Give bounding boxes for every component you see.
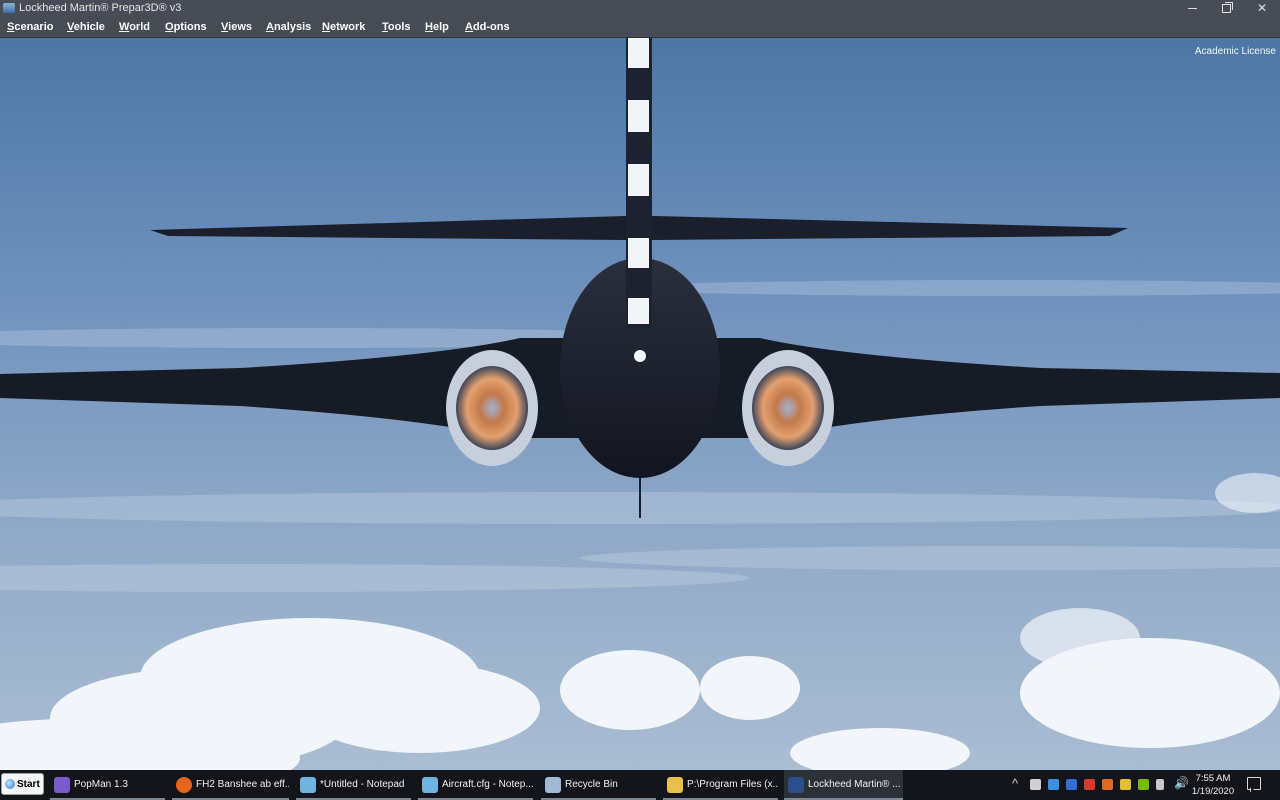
folder-icon xyxy=(667,777,683,793)
nvidia-icon[interactable] xyxy=(1138,779,1149,790)
menu-analysis[interactable]: Analysis xyxy=(266,17,311,37)
menu-bar: Scenario Vehicle World Options Views Ana… xyxy=(0,17,1280,38)
close-icon: ✕ xyxy=(1256,1,1268,15)
mail-icon xyxy=(54,777,70,793)
task-firefox[interactable]: FH2 Banshee ab eff... xyxy=(172,770,289,800)
restore-button[interactable] xyxy=(1209,0,1243,17)
task-recycle-bin[interactable]: Recycle Bin xyxy=(541,770,656,800)
notepad-icon xyxy=(422,777,438,793)
start-button[interactable]: Start xyxy=(1,773,44,795)
menu-scenario[interactable]: Scenario xyxy=(7,17,53,37)
clock-time: 7:55 AM xyxy=(1195,773,1231,784)
simulator-view[interactable]: Academic License xyxy=(0,38,1280,770)
task-notepad-untitled[interactable]: *Untitled - Notepad xyxy=(296,770,411,800)
clock-date: 1/19/2020 xyxy=(1191,786,1235,797)
menu-help[interactable]: Help xyxy=(425,17,449,37)
task-popman[interactable]: PopMan 1.3 xyxy=(50,770,165,800)
menu-world[interactable]: World xyxy=(119,17,150,37)
scene xyxy=(0,38,1280,770)
speaker-icon[interactable]: 🔊 xyxy=(1174,776,1189,790)
menu-add-ons[interactable]: Add-ons xyxy=(465,17,510,37)
recycle-bin-icon xyxy=(545,777,561,793)
license-label: Academic License xyxy=(1194,46,1276,57)
shield-icon[interactable] xyxy=(1120,779,1131,790)
notification-icon[interactable] xyxy=(1247,777,1261,790)
task-prepar3d[interactable]: Lockheed Martin® ... xyxy=(784,770,903,800)
app-orange-icon[interactable] xyxy=(1102,779,1113,790)
menu-options[interactable]: Options xyxy=(165,17,207,37)
restore-icon xyxy=(1221,2,1233,14)
task-explorer[interactable]: P:\Program Files (x... xyxy=(663,770,778,800)
minimize-button[interactable] xyxy=(1175,0,1209,17)
app-red-icon[interactable] xyxy=(1084,779,1095,790)
malwarebytes-icon[interactable] xyxy=(1066,779,1077,790)
windows-logo-icon xyxy=(5,779,15,789)
battery-icon[interactable] xyxy=(1030,779,1041,790)
task-notepad-aircraft[interactable]: Aircraft.cfg - Notep... xyxy=(418,770,533,800)
window-title: Lockheed Martin® Prepar3D® v3 xyxy=(19,2,182,14)
menu-tools[interactable]: Tools xyxy=(382,17,411,37)
taskbar-clock[interactable]: 7:55 AM 1/19/2020 xyxy=(1188,772,1238,798)
firefox-icon xyxy=(176,777,192,793)
menu-vehicle[interactable]: Vehicle xyxy=(67,17,105,37)
app-icon xyxy=(3,3,15,13)
dropbox-icon[interactable] xyxy=(1048,779,1059,790)
menu-views[interactable]: Views xyxy=(221,17,252,37)
title-bar[interactable]: Lockheed Martin® Prepar3D® v3 ✕ xyxy=(0,0,1280,17)
usb-icon[interactable] xyxy=(1156,779,1164,790)
close-button[interactable]: ✕ xyxy=(1245,0,1279,17)
menu-network[interactable]: Network xyxy=(322,17,365,37)
minimize-icon xyxy=(1187,8,1197,10)
notepad-icon xyxy=(300,777,316,793)
taskbar: Start PopMan 1.3 FH2 Banshee ab eff... *… xyxy=(0,770,1280,800)
start-label: Start xyxy=(17,779,40,790)
p3d-icon xyxy=(788,777,804,793)
chevron-up-icon[interactable]: ^ xyxy=(1012,776,1018,791)
